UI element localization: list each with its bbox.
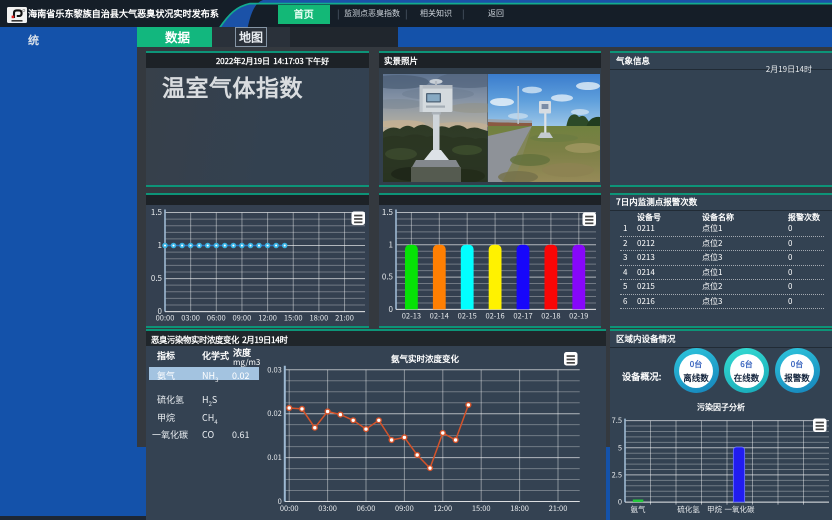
svg-text:02-15: 02-15 — [458, 310, 477, 321]
svg-text:09:00: 09:00 — [233, 313, 252, 324]
svg-text:2.5: 2.5 — [612, 469, 622, 480]
svg-text:0.01: 0.01 — [267, 452, 282, 463]
svg-text:03:00: 03:00 — [318, 503, 337, 514]
svg-text:03:00: 03:00 — [181, 313, 200, 324]
svg-text:15:00: 15:00 — [284, 313, 303, 324]
svg-text:00:00: 00:00 — [280, 503, 299, 514]
svg-text:0.03: 0.03 — [267, 364, 282, 375]
svg-text:02-14: 02-14 — [430, 310, 449, 321]
svg-text:一氧化碳: 一氧化碳 — [725, 504, 755, 515]
svg-text:21:00: 21:00 — [549, 503, 568, 514]
svg-text:00:00: 00:00 — [156, 313, 175, 324]
svg-text:氨气实时浓度变化: 氨气实时浓度变化 — [391, 353, 460, 365]
svg-text:12:00: 12:00 — [258, 313, 277, 324]
svg-text:06:00: 06:00 — [207, 313, 226, 324]
svg-text:0.5: 0.5 — [151, 273, 162, 284]
svg-text:02-16: 02-16 — [485, 310, 504, 321]
svg-text:氨气: 氨气 — [631, 504, 646, 515]
svg-text:硫化氢: 硫化氢 — [677, 504, 700, 515]
svg-text:5: 5 — [618, 442, 622, 453]
svg-text:02-18: 02-18 — [541, 310, 560, 321]
svg-text:09:00: 09:00 — [395, 503, 414, 514]
svg-text:12:00: 12:00 — [433, 503, 452, 514]
svg-text:1: 1 — [389, 239, 393, 250]
svg-text:0.5: 0.5 — [382, 272, 393, 283]
svg-text:0: 0 — [618, 497, 622, 508]
svg-text:18:00: 18:00 — [310, 313, 329, 324]
svg-text:1.5: 1.5 — [151, 207, 162, 218]
svg-text:06:00: 06:00 — [357, 503, 376, 514]
svg-text:1: 1 — [158, 240, 162, 251]
svg-text:7.5: 7.5 — [612, 415, 622, 426]
svg-text:15:00: 15:00 — [472, 503, 491, 514]
svg-text:18:00: 18:00 — [510, 503, 529, 514]
svg-text:0: 0 — [389, 304, 394, 315]
svg-text:1.5: 1.5 — [382, 207, 393, 218]
svg-text:02-17: 02-17 — [513, 310, 532, 321]
svg-text:02-19: 02-19 — [569, 310, 588, 321]
svg-text:21:00: 21:00 — [335, 313, 354, 324]
svg-text:02-13: 02-13 — [402, 310, 421, 321]
svg-text:0.02: 0.02 — [267, 408, 282, 419]
svg-text:甲烷: 甲烷 — [707, 504, 722, 515]
